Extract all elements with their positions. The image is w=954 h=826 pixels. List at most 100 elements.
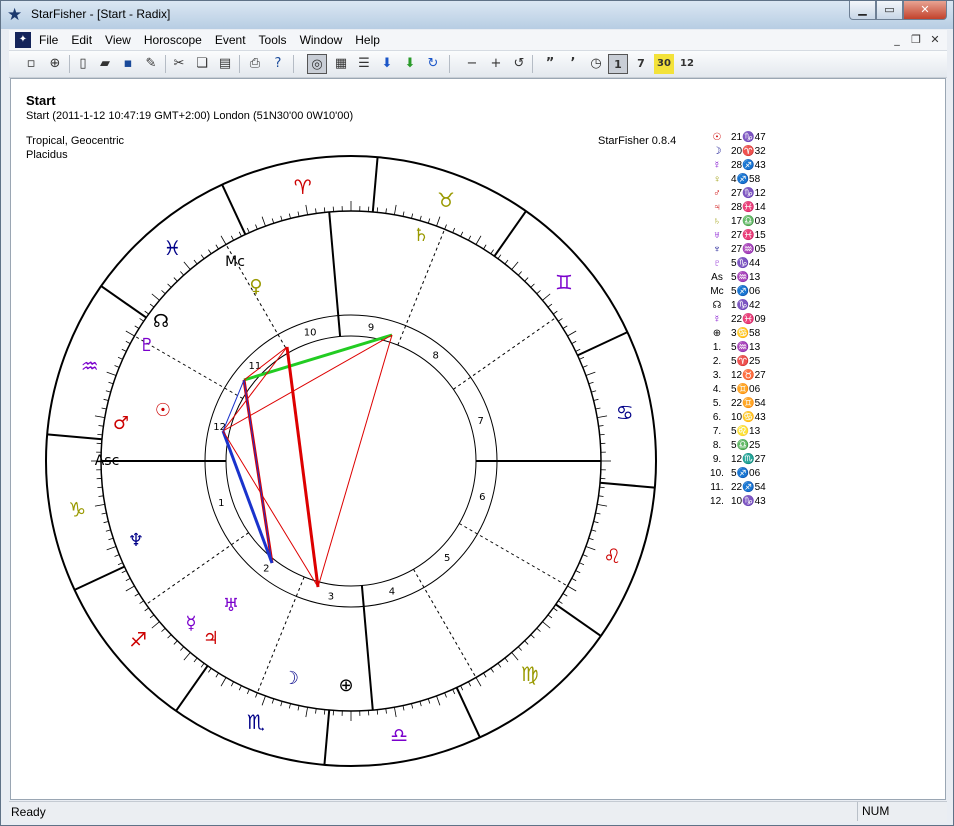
degree-tick: [105, 390, 111, 393]
globe-icon[interactable]: ⊕: [45, 54, 65, 74]
degree-tick: [144, 607, 149, 612]
degree-tick: [468, 235, 472, 241]
degree-tick: [579, 562, 585, 566]
position-value: 5♐06: [731, 468, 761, 479]
arrow-down-icon[interactable]: ⬇: [377, 54, 397, 74]
sign-divider: [371, 157, 379, 213]
close-button[interactable]: ✕: [903, 1, 947, 20]
status-bar: Ready NUM: [9, 801, 947, 822]
degree-tick: [121, 570, 127, 574]
degree-tick: [593, 521, 599, 524]
sign-divider: [221, 184, 247, 235]
position-value: 10♋43: [731, 412, 766, 423]
chart-canvas[interactable]: Start Start (2011-1-12 10:47:19 GMT+2:00…: [10, 78, 946, 800]
aspect-line: [222, 334, 393, 432]
position-glyph: ♃: [713, 202, 721, 213]
degree-tick: [288, 213, 291, 219]
save-icon[interactable]: ▪: [118, 54, 138, 74]
maximize-button[interactable]: ▭: [876, 1, 903, 20]
day-30-icon[interactable]: 30: [654, 54, 674, 74]
edit-icon[interactable]: ✎: [141, 54, 161, 74]
document-icon[interactable]: ✦: [15, 32, 31, 48]
house-number: 2: [263, 563, 269, 574]
degree-tick: [571, 340, 577, 344]
zodiac-sign: ♊: [555, 270, 573, 294]
print-icon[interactable]: ⎙: [245, 54, 265, 74]
chart-wheel-icon[interactable]: ◎: [307, 54, 327, 74]
mdi-minimize-button[interactable]: _: [889, 32, 905, 47]
aspect-line: [222, 430, 319, 588]
copy-icon[interactable]: ❏: [192, 54, 212, 74]
degree-tick: [460, 685, 464, 691]
degree-tick: [305, 707, 308, 718]
refresh-icon[interactable]: ↻: [423, 54, 443, 74]
position-glyph: ♄: [713, 216, 721, 227]
position-row: ☉ 21♑47: [709, 132, 789, 146]
mdi-close-button[interactable]: ✕: [927, 32, 943, 47]
clock-icon[interactable]: ◷: [586, 54, 606, 74]
degree-tick: [497, 663, 502, 668]
app-window: ★ StarFisher - [Start - Radix] ▁ ▭ ✕ ✦ F…: [0, 0, 954, 826]
degree-tick: [452, 689, 456, 695]
position-row: 1. 5♒13: [709, 342, 789, 356]
menu-help[interactable]: Help: [355, 33, 380, 47]
menu-window[interactable]: Window: [300, 33, 343, 47]
degree-tick: [547, 614, 553, 619]
degree-tick: [261, 695, 266, 706]
minus-icon[interactable]: −: [462, 54, 482, 74]
zodiac-sign: ♐: [129, 628, 147, 652]
position-glyph: 8.: [712, 440, 722, 451]
position-glyph: ☉: [712, 132, 722, 143]
degree-tick: [530, 634, 535, 639]
position-row: 2. 5♈25: [709, 356, 789, 370]
degree-tick: [161, 290, 166, 295]
position-glyph: ♂: [713, 188, 721, 199]
minimize-button[interactable]: ▁: [849, 1, 876, 20]
degree-tick: [475, 235, 482, 245]
menu-event[interactable]: Event: [215, 33, 246, 47]
degree-tick: [475, 677, 482, 687]
menu-tools[interactable]: Tools: [259, 33, 287, 47]
star-icon: ★: [7, 5, 23, 25]
quote-icon[interactable]: ”: [540, 54, 560, 74]
title-bar[interactable]: ★ StarFisher - [Start - Radix] ▁ ▭ ✕: [1, 1, 953, 29]
degree-tick: [108, 381, 114, 385]
degree-tick: [599, 486, 605, 489]
degree-tick: [134, 593, 140, 597]
menu-view[interactable]: View: [105, 33, 131, 47]
degree-tick: [483, 672, 487, 678]
degree-tick: [385, 208, 387, 214]
degree-tick: [599, 433, 605, 436]
menu-file[interactable]: File: [39, 33, 58, 47]
degree-tick: [598, 425, 604, 427]
day-1-icon[interactable]: 1: [608, 54, 628, 74]
position-glyph: 3.: [712, 370, 722, 381]
degree-tick: [297, 705, 300, 711]
open-folder-icon[interactable]: ▰: [95, 54, 115, 74]
help-icon[interactable]: ?: [268, 54, 288, 74]
degree-tick: [106, 371, 117, 376]
new-doc-icon[interactable]: ▯: [73, 54, 93, 74]
house-cusp: [459, 523, 568, 587]
plus-icon[interactable]: +: [486, 54, 506, 74]
menu-horoscope[interactable]: Horoscope: [144, 33, 202, 47]
day-7-icon[interactable]: 7: [631, 54, 651, 74]
list-icon[interactable]: ☰: [354, 54, 374, 74]
position-glyph: ☽: [712, 146, 722, 157]
menu-edit[interactable]: Edit: [71, 33, 92, 47]
apostrophe-icon[interactable]: ’: [563, 54, 583, 74]
degree-tick: [238, 231, 242, 237]
position-glyph: ☿: [713, 160, 721, 171]
arrow-down-green-icon[interactable]: ⬇: [400, 54, 420, 74]
grid-icon[interactable]: ▦: [331, 54, 351, 74]
month-12-icon[interactable]: 12: [677, 54, 697, 74]
position-glyph: ♇: [713, 258, 721, 269]
position-value: 5♒13: [731, 342, 761, 353]
paste-icon[interactable]: ▤: [215, 54, 235, 74]
undo-icon[interactable]: ↺: [509, 54, 529, 74]
degree-tick: [208, 249, 212, 254]
mdi-restore-button[interactable]: ❐: [908, 32, 924, 47]
cut-icon[interactable]: ✂: [169, 54, 189, 74]
degree-tick: [103, 398, 109, 401]
new-icon[interactable]: ▫: [21, 54, 41, 74]
